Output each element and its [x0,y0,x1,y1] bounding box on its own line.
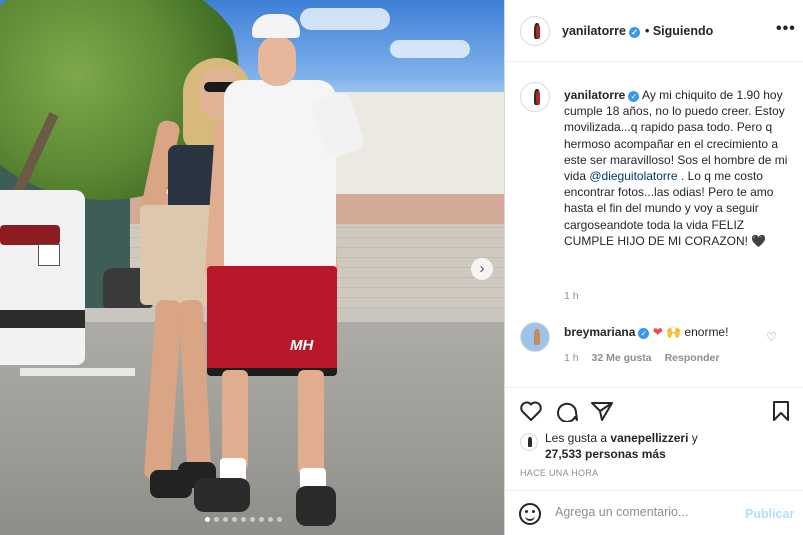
shorts-logo: MH [290,337,314,354]
carousel-dot [205,517,210,522]
carousel-next-button[interactable]: › [471,258,493,280]
verified-badge-icon: ✓ [628,27,640,38]
carousel-dot [268,517,273,522]
avatar[interactable] [520,16,550,46]
carousel-dots [205,517,282,522]
emoji-icon[interactable] [519,503,541,525]
carousel-dot [214,517,219,522]
caption-timestamp[interactable]: 1 h [564,290,579,302]
liker-username[interactable]: vanepellizzeri [610,431,688,445]
verified-badge-icon: ✓ [638,328,650,339]
comment-meta: 1 h 32 Me gusta Responder [564,352,729,364]
heart-icon[interactable] [519,400,543,422]
caption-avatar[interactable] [520,82,550,112]
reply-avatar[interactable] [520,322,550,352]
liker-avatar[interactable] [520,433,538,451]
carousel-dot [232,517,237,522]
comment-likes[interactable]: 32 Me gusta [592,352,652,364]
likes-count[interactable]: 27,533 personas más [545,447,666,461]
likes-prefix: Les gusta a [545,431,608,445]
comment: breymariana ✓ ❤ 🙌 enorme! [564,325,728,339]
comment-icon[interactable] [555,400,579,422]
post-side-panel: yanilatorre ✓ • Siguiendo ••• yanilatorre… [504,0,803,535]
verified-badge-icon: ✓ [628,91,640,102]
instagram-post: MH › yanilatorre ✓ • Siguiendo ••• yanil… [0,0,803,535]
post-actions [505,387,803,432]
caption-username[interactable]: yanilatorre [564,88,625,102]
caption-mention-link[interactable]: @dieguitolatorre [589,169,677,183]
post-timestamp[interactable]: HACE UNA HORA [520,468,598,478]
share-icon[interactable] [590,400,614,422]
post-header: yanilatorre ✓ • Siguiendo ••• [505,0,803,62]
photo-white-car [0,190,85,365]
header-username[interactable]: yanilatorre [562,24,626,38]
comment-timestamp[interactable]: 1 h [564,352,579,364]
carousel-dot [277,517,282,522]
red-heart-emoji: ❤ [652,325,663,339]
save-icon[interactable] [770,400,792,422]
carousel-dot [259,517,264,522]
comment-text: enorme! [684,325,729,339]
post-photo[interactable]: MH › [0,0,504,535]
more-options-icon[interactable]: ••• [776,20,796,38]
raised-hands-emoji: 🙌 [666,325,682,339]
carousel-dot [241,517,246,522]
comment-like-heart-icon[interactable]: ♡ [766,330,777,344]
follow-status[interactable]: • Siguiendo [645,24,713,38]
reply-button[interactable]: Responder [665,352,720,364]
publish-button[interactable]: Publicar [745,507,794,521]
carousel-dot [250,517,255,522]
carousel-dot [223,517,228,522]
comment-username[interactable]: breymariana [564,325,635,339]
comment-input[interactable] [555,505,735,519]
black-heart-emoji: 🖤 [751,233,767,248]
add-comment-bar: Publicar [505,490,803,535]
likes-joiner: y [688,431,698,445]
post-caption: yanilatorre ✓ Ay mi chiquito de 1.90 hoy … [564,87,789,249]
